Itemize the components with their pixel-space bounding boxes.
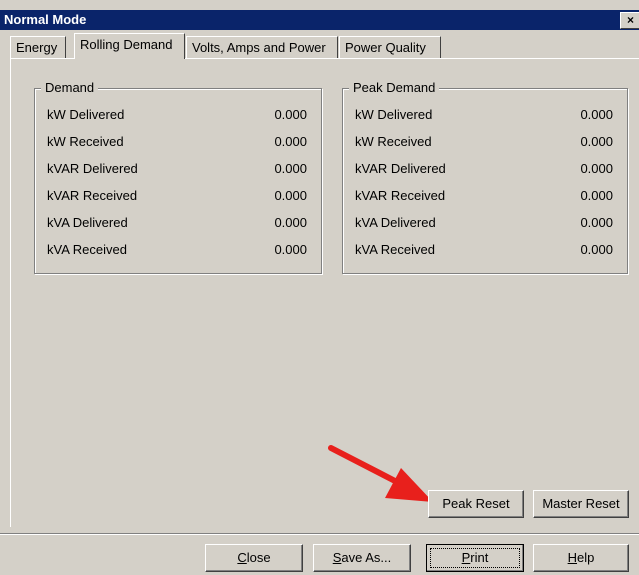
save-as-button[interactable]: Save As... — [313, 544, 411, 572]
print-label: rint — [470, 550, 489, 565]
arrow-head — [385, 468, 433, 502]
arrow-shaft — [328, 445, 400, 485]
save-label: ave As... — [341, 550, 392, 565]
peak-demand-row: kVA Delivered 0.000 — [343, 214, 629, 232]
print-accel: P — [461, 550, 471, 565]
row-value: 0.000 — [580, 242, 613, 257]
demand-row: kVA Delivered 0.000 — [35, 214, 323, 232]
peak-reset-button[interactable]: Peak Reset — [428, 490, 524, 518]
row-label: kVAR Delivered — [47, 161, 138, 176]
master-reset-button[interactable]: Master Reset — [533, 490, 629, 518]
help-accel: H — [567, 550, 578, 565]
help-button[interactable]: Help — [533, 544, 629, 572]
row-value: 0.000 — [580, 215, 613, 230]
peak-demand-row: kVA Received 0.000 — [343, 241, 629, 259]
peak-demand-row: kVAR Delivered 0.000 — [343, 160, 629, 178]
title-bar: Normal Mode × — [0, 10, 639, 30]
row-label: kVAR Received — [47, 188, 138, 203]
row-value: 0.000 — [274, 215, 307, 230]
row-value: 0.000 — [580, 134, 613, 149]
row-value: 0.000 — [580, 107, 613, 122]
window-title: Normal Mode — [4, 12, 87, 27]
peak-demand-row: kW Delivered 0.000 — [343, 106, 629, 124]
row-label: kVA Delivered — [355, 215, 436, 230]
close-label: lose — [246, 550, 271, 565]
tab-power-quality[interactable]: Power Quality — [339, 36, 441, 58]
row-label: kVAR Delivered — [355, 161, 446, 176]
row-value: 0.000 — [274, 107, 307, 122]
demand-group: Demand kW Delivered 0.000 kW Received 0.… — [34, 80, 323, 274]
tab-volts-amps-power[interactable]: Volts, Amps and Power — [186, 36, 338, 58]
tab-rolling-demand[interactable]: Rolling Demand — [74, 33, 185, 59]
close-accel: C — [237, 550, 247, 565]
demand-row: kW Received 0.000 — [35, 133, 323, 151]
row-label: kVA Received — [47, 242, 127, 257]
row-label: kVA Delivered — [47, 215, 128, 230]
print-button[interactable]: Print — [426, 544, 524, 572]
footer-divider — [0, 533, 639, 535]
close-button[interactable]: Close — [205, 544, 303, 572]
row-value: 0.000 — [274, 134, 307, 149]
peak-demand-row: kW Received 0.000 — [343, 133, 629, 151]
row-value: 0.000 — [274, 161, 307, 176]
row-label: kVA Received — [355, 242, 435, 257]
tab-energy[interactable]: Energy — [10, 36, 66, 58]
peak-demand-group-title: Peak Demand — [349, 80, 440, 95]
normal-mode-window: Normal Mode × Energy Rolling Demand Volt… — [0, 0, 639, 575]
demand-row: kVAR Delivered 0.000 — [35, 160, 323, 178]
peak-demand-group: Peak Demand kW Delivered 0.000 kW Receiv… — [342, 80, 629, 274]
row-label: kVAR Received — [355, 188, 446, 203]
peak-demand-row: kVAR Received 0.000 — [343, 187, 629, 205]
annotation-arrow-icon — [328, 445, 433, 502]
row-value: 0.000 — [580, 161, 613, 176]
row-value: 0.000 — [580, 188, 613, 203]
row-value: 0.000 — [274, 242, 307, 257]
close-icon[interactable]: × — [620, 12, 639, 29]
demand-row: kW Delivered 0.000 — [35, 106, 323, 124]
demand-row: kVA Received 0.000 — [35, 241, 323, 259]
demand-group-title: Demand — [41, 80, 99, 95]
row-label: kW Delivered — [47, 107, 125, 122]
row-label: kW Received — [355, 134, 432, 149]
row-label: kW Received — [47, 134, 124, 149]
help-label: elp — [577, 550, 595, 565]
demand-row: kVAR Received 0.000 — [35, 187, 323, 205]
row-label: kW Delivered — [355, 107, 433, 122]
row-value: 0.000 — [274, 188, 307, 203]
